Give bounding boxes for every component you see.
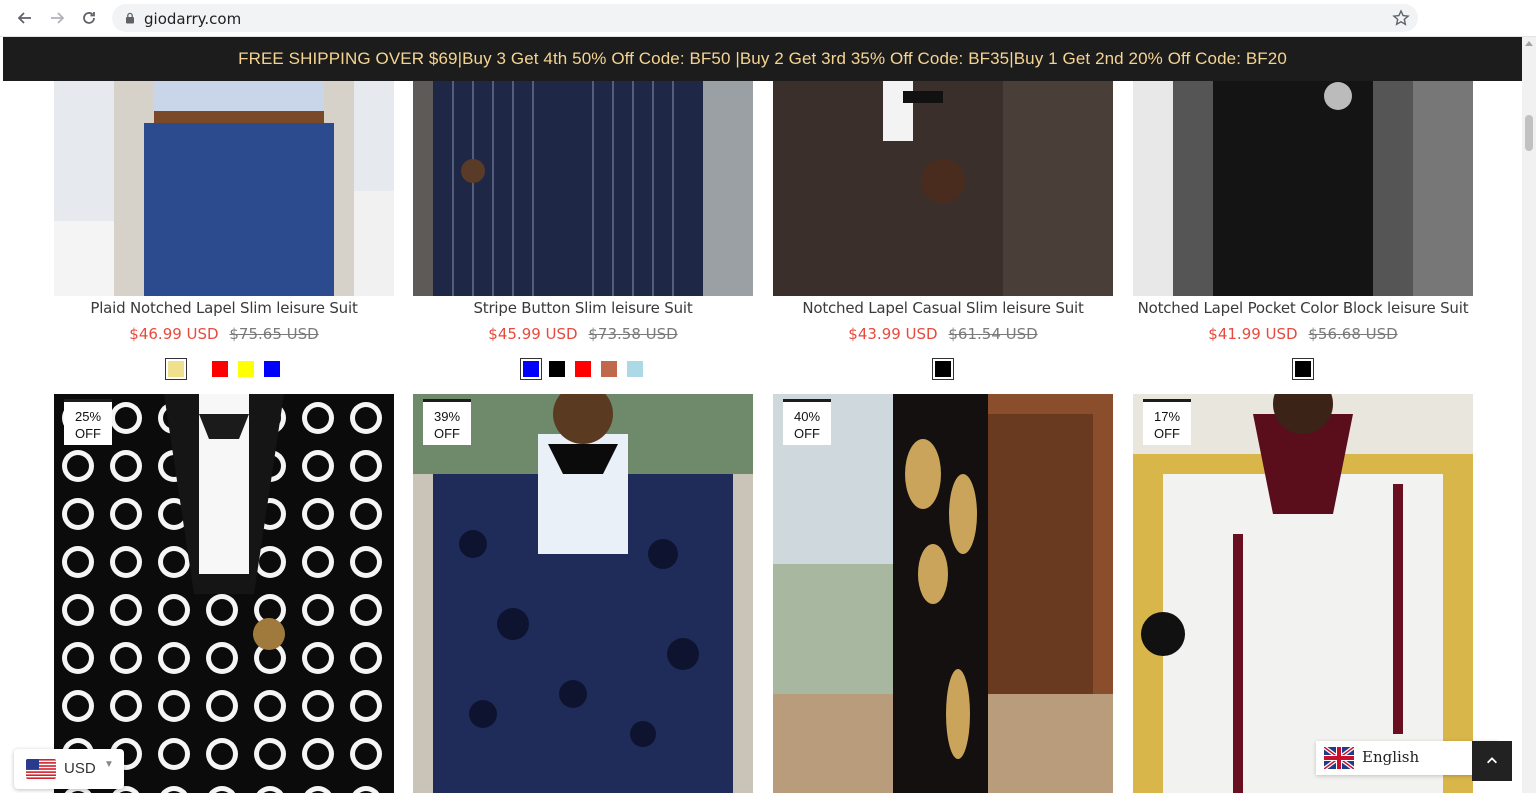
compare-price: $75.65 USD: [229, 325, 319, 343]
discount-off-label: OFF: [434, 426, 460, 441]
product-prices: $46.99 USD $75.65 USD: [54, 325, 394, 343]
reload-icon: [83, 12, 95, 24]
sale-price: $46.99 USD: [129, 325, 219, 343]
arrow-right-icon: [51, 12, 65, 24]
product-title[interactable]: Plaid Notched Lapel Slim leisure Suit: [54, 299, 394, 317]
us-flag-icon: [26, 759, 56, 779]
uk-flag-icon: [1322, 745, 1356, 771]
swatch-yellow[interactable]: [237, 360, 255, 378]
lock-icon: [126, 12, 134, 24]
arrow-left-icon: [17, 12, 31, 24]
discount-off-label: OFF: [75, 426, 101, 441]
color-swatches: [773, 358, 1113, 380]
product-title[interactable]: Notched Lapel Pocket Color Block leisure…: [1133, 299, 1473, 317]
discount-badge: 39% OFF: [423, 399, 471, 445]
promo-text: FREE SHIPPING OVER $69|Buy 3 Get 4th 50%…: [238, 49, 1287, 68]
language-label: English: [1362, 748, 1420, 766]
color-swatches: [1133, 358, 1473, 380]
product-image[interactable]: [1133, 81, 1473, 296]
url-text: giodarry.com: [144, 10, 242, 28]
chevron-up-icon: [1487, 757, 1497, 764]
swatch-light-blue[interactable]: [626, 360, 644, 378]
product-prices: $45.99 USD $73.58 USD: [413, 325, 753, 343]
color-swatches: [413, 358, 753, 380]
discount-off-label: OFF: [1154, 426, 1180, 441]
product-title[interactable]: Notched Lapel Casual Slim leisure Suit: [773, 299, 1113, 317]
compare-price: $61.54 USD: [948, 325, 1038, 343]
swatch-black[interactable]: [548, 360, 566, 378]
product-image[interactable]: [54, 394, 394, 793]
scrollbar-thumb[interactable]: [1525, 115, 1533, 151]
currency-code: USD: [64, 760, 96, 777]
sale-price: $41.99 USD: [1208, 325, 1298, 343]
back-to-top-button[interactable]: [1472, 741, 1512, 781]
swatch-red[interactable]: [574, 360, 592, 378]
discount-percent: 40%: [793, 409, 821, 424]
reload-button[interactable]: [76, 6, 102, 30]
discount-percent: 17%: [1153, 409, 1181, 424]
product-prices: $41.99 USD $56.68 USD: [1133, 325, 1473, 343]
discount-badge: 17% OFF: [1143, 399, 1191, 445]
swatch-blue[interactable]: [263, 360, 281, 378]
bookmark-star-icon[interactable]: [1392, 9, 1410, 27]
swatch-beige[interactable]: [165, 358, 187, 380]
language-selector[interactable]: English: [1316, 741, 1498, 775]
discount-badge: 40% OFF: [783, 399, 831, 445]
swatch-blue[interactable]: [520, 358, 542, 380]
address-bar[interactable]: giodarry.com: [112, 4, 1418, 32]
promo-banner: FREE SHIPPING OVER $69|Buy 3 Get 4th 50%…: [3, 37, 1522, 81]
currency-selector[interactable]: USD ▼: [14, 749, 124, 789]
sale-price: $43.99 USD: [848, 325, 938, 343]
compare-price: $73.58 USD: [588, 325, 678, 343]
product-image[interactable]: [1133, 394, 1473, 793]
browser-toolbar: giodarry.com: [0, 0, 1536, 37]
swatch-black[interactable]: [932, 358, 954, 380]
product-image[interactable]: [413, 81, 753, 296]
page-scrollbar[interactable]: [1522, 37, 1536, 793]
chevron-down-icon: ▼: [104, 759, 114, 770]
swatch-red[interactable]: [211, 360, 229, 378]
color-swatches: [54, 358, 394, 380]
sale-price: $45.99 USD: [488, 325, 578, 343]
product-image[interactable]: [54, 81, 394, 296]
product-prices: $43.99 USD $61.54 USD: [773, 325, 1113, 343]
product-image[interactable]: [773, 81, 1113, 296]
discount-percent: 39%: [433, 409, 461, 424]
swatch-black[interactable]: [1292, 358, 1314, 380]
product-title[interactable]: Stripe Button Slim leisure Suit: [413, 299, 753, 317]
compare-price: $56.68 USD: [1308, 325, 1398, 343]
back-button[interactable]: [12, 6, 38, 30]
discount-badge: 25% OFF: [64, 399, 112, 445]
discount-off-label: OFF: [794, 426, 820, 441]
swatch-brown[interactable]: [600, 360, 618, 378]
product-image[interactable]: [773, 394, 1113, 793]
discount-percent: 25%: [74, 409, 102, 424]
product-image[interactable]: [413, 394, 753, 793]
forward-button[interactable]: [44, 6, 70, 30]
scroll-up-arrow-icon[interactable]: [1525, 41, 1533, 46]
